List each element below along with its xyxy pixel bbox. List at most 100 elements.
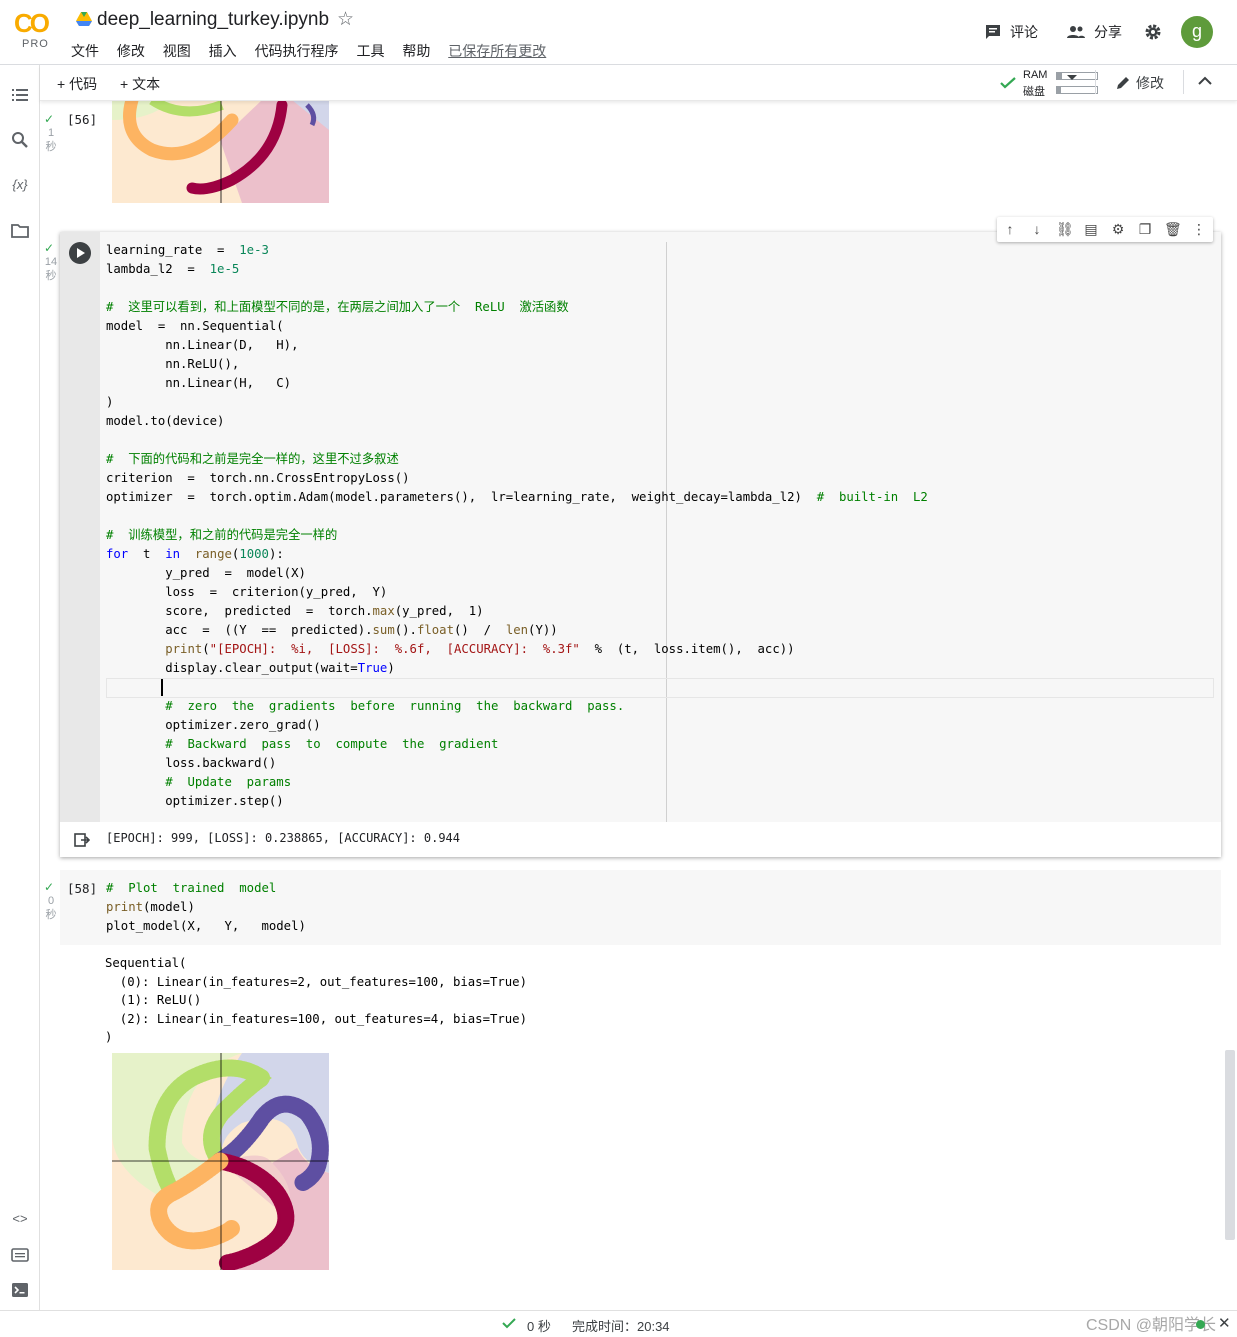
duration-unit: 秒 [45, 270, 57, 282]
code-line: # 这里可以看到，和上面模型不同的是，在两层之间加入了一个 ReLU 激活函数 [106, 300, 569, 314]
menu-insert[interactable]: 插入 [209, 43, 237, 59]
cell-57-exec-status: ✓ 14 秒 [44, 241, 58, 283]
ram-label: RAM [1023, 69, 1048, 81]
resource-indicator[interactable]: RAM 磁盘 [998, 68, 1103, 98]
success-check-icon: ✓ [44, 112, 55, 126]
comment-label: 评论 [1010, 24, 1038, 40]
code-line: loss = criterion(y_pred, Y) [106, 585, 388, 599]
menu-view[interactable]: 视图 [163, 43, 191, 59]
colab-logo[interactable]: CO PRO [14, 8, 58, 52]
add-text-button[interactable]: + 文本 [120, 74, 160, 94]
cell-58-plot-image [112, 1053, 329, 1270]
cell-57-output-text: [EPOCH]: 999, [LOSS]: 0.238865, [ACCURAC… [106, 831, 461, 845]
code-line: acc = ((Y == predicted).sum().float() / … [106, 623, 558, 637]
more-vert-icon[interactable]: ⋮ [1191, 221, 1207, 237]
success-check-icon: ✓ [44, 241, 55, 255]
variables-icon[interactable]: {x} [11, 177, 29, 195]
star-icon[interactable]: ☆ [337, 8, 354, 31]
code-line: print(model) [106, 900, 195, 914]
settings-gear-icon[interactable] [1144, 23, 1162, 41]
search-icon[interactable] [11, 131, 29, 149]
cell-58-exec-count: [58] [67, 881, 98, 896]
cell-gutter [60, 232, 100, 822]
code-line: loss.backward() [106, 756, 277, 770]
cell-settings-gear-icon[interactable]: ⚙ [1110, 221, 1126, 237]
cell-58-output-text: Sequential( (0): Linear(in_features=2, o… [105, 954, 527, 1047]
move-up-icon[interactable]: ↑ [1002, 221, 1018, 237]
output-line: (2): Linear(in_features=100, out_feature… [105, 1011, 527, 1026]
collapse-header-icon[interactable] [1198, 76, 1212, 86]
user-avatar[interactable]: g [1181, 16, 1213, 48]
cell-actions-toolbar: ↑ ↓ ⛓ ▤ ⚙ ❐ 🗑 ⋮ [997, 217, 1213, 242]
output-line: (1): ReLU() [105, 993, 202, 1007]
code-line: optimizer.step() [106, 794, 284, 808]
code-line: display.clear_output(wait=True) [106, 661, 395, 675]
comment-button[interactable]: 评论 [984, 22, 1038, 42]
disk-usage-fill [1057, 87, 1061, 93]
table-of-contents-icon[interactable] [11, 86, 29, 104]
code-cell-57[interactable]: learning_rate = 1e-3 lambda_l2 = 1e-5 # 这… [60, 232, 1221, 857]
tier-label: PRO [22, 38, 49, 50]
resource-dropdown-icon[interactable] [1067, 75, 1077, 80]
output-actions-icon[interactable] [74, 832, 90, 848]
code-line: plot_model(X, Y, model) [106, 919, 306, 933]
code-snippets-icon[interactable]: <> [11, 1211, 29, 1229]
code-line: print("[EPOCH]: %i, [LOSS]: %.6f, [ACCUR… [165, 642, 795, 656]
vertical-scrollbar-thumb[interactable] [1225, 1050, 1235, 1240]
notebook-toolbar: + 代码 + 文本 RAM 磁盘 修改 [40, 65, 1237, 101]
move-down-icon[interactable]: ↓ [1029, 221, 1045, 237]
folder-icon[interactable] [11, 222, 29, 240]
save-status[interactable]: 已保存所有更改 [448, 43, 546, 59]
code-line: criterion = torch.nn.CrossEntropyLoss() [106, 471, 410, 485]
comment-cell-icon[interactable]: ▤ [1083, 221, 1099, 237]
menu-help[interactable]: 帮助 [402, 43, 430, 59]
menu-file[interactable]: 文件 [71, 43, 99, 59]
header: CO PRO deep_learning_turkey.ipynb ☆ 文件 修… [0, 0, 1237, 65]
menu-edit[interactable]: 修改 [117, 43, 145, 59]
menu-runtime[interactable]: 代码执行程序 [255, 43, 339, 59]
terminal-icon[interactable] [11, 1281, 29, 1299]
edit-mode-label: 修改 [1136, 75, 1164, 91]
elapsed-time: 0 秒 [527, 1319, 551, 1334]
comment-icon [986, 25, 1000, 39]
mirror-cell-icon[interactable]: ❐ [1137, 221, 1153, 237]
cell-58-exec-status: ✓ 0 秒 [44, 880, 58, 922]
edit-mode-button[interactable]: 修改 [1116, 73, 1164, 93]
code-line: model = nn.Sequential( [106, 319, 284, 333]
share-button[interactable]: 分享 [1066, 22, 1122, 42]
code-cell-58[interactable]: [58] # Plot trained model print(model) plo… [60, 870, 1221, 945]
duration-value: 1 [47, 127, 55, 139]
code-line: # zero the gradients before running the … [165, 699, 625, 713]
pencil-icon [1117, 77, 1129, 89]
command-palette-icon[interactable] [11, 1246, 29, 1264]
run-cell-play-icon[interactable] [69, 242, 91, 264]
code-line: # Update params [165, 775, 292, 789]
left-rail: {x} <> [0, 65, 40, 1310]
cell-56-plot-image [112, 100, 329, 203]
code-line: optimizer.zero_grad() [106, 718, 321, 732]
cell-56-exec-count: [56] [67, 112, 98, 127]
cell-57-output-area: [EPOCH]: 999, [LOSS]: 0.238865, [ACCURAC… [60, 822, 1221, 857]
delete-trash-icon[interactable]: 🗑 [1164, 221, 1182, 237]
add-code-button[interactable]: + 代码 [57, 74, 97, 94]
cell-57-code: learning_rate = 1e-3 lambda_l2 = 1e-5 # 这… [106, 241, 928, 811]
disk-label: 磁盘 [1023, 86, 1045, 98]
code-line: learning_rate = 1e-3 [106, 243, 269, 257]
code-line: nn.ReLU(), [106, 357, 240, 371]
close-icon[interactable]: ✕ [1218, 1314, 1231, 1332]
code-line: # Backward pass to compute the gradient [165, 737, 499, 751]
code-line: ) [106, 395, 114, 409]
status-check-icon [502, 1318, 516, 1329]
menu-bar: 文件 修改 视图 插入 代码执行程序 工具 帮助 已保存所有更改 [71, 41, 560, 59]
toolbar-divider-2 [1183, 70, 1184, 94]
drive-icon [76, 12, 92, 26]
share-label: 分享 [1094, 24, 1122, 40]
link-icon[interactable]: ⛓ [1056, 221, 1074, 237]
duration-unit: 秒 [45, 141, 57, 153]
code-editor[interactable]: learning_rate = 1e-3 lambda_l2 = 1e-5 # 这… [100, 232, 1221, 822]
menu-tools[interactable]: 工具 [356, 43, 384, 59]
notebook-title[interactable]: deep_learning_turkey.ipynb [97, 9, 329, 31]
